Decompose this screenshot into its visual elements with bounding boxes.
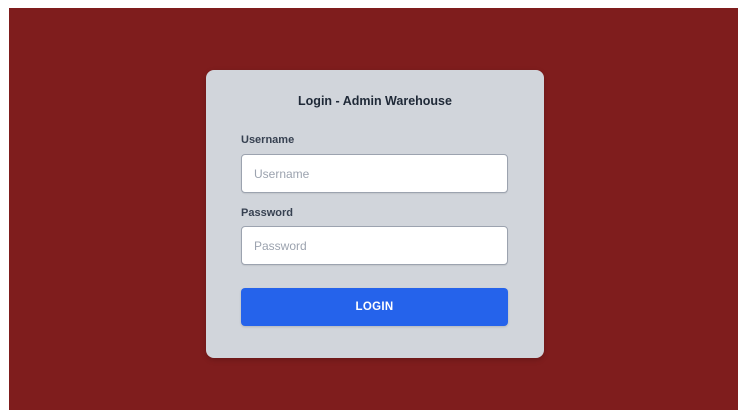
password-label: Password [241, 207, 293, 219]
login-button[interactable]: LOGIN [241, 288, 508, 326]
username-input[interactable] [241, 154, 508, 193]
password-input[interactable] [241, 226, 508, 265]
page-background: Login - Admin Warehouse Username Passwor… [9, 8, 738, 410]
username-label: Username [241, 134, 295, 146]
login-title: Login - Admin Warehouse [298, 94, 452, 108]
login-card: Login - Admin Warehouse Username Passwor… [206, 70, 544, 358]
